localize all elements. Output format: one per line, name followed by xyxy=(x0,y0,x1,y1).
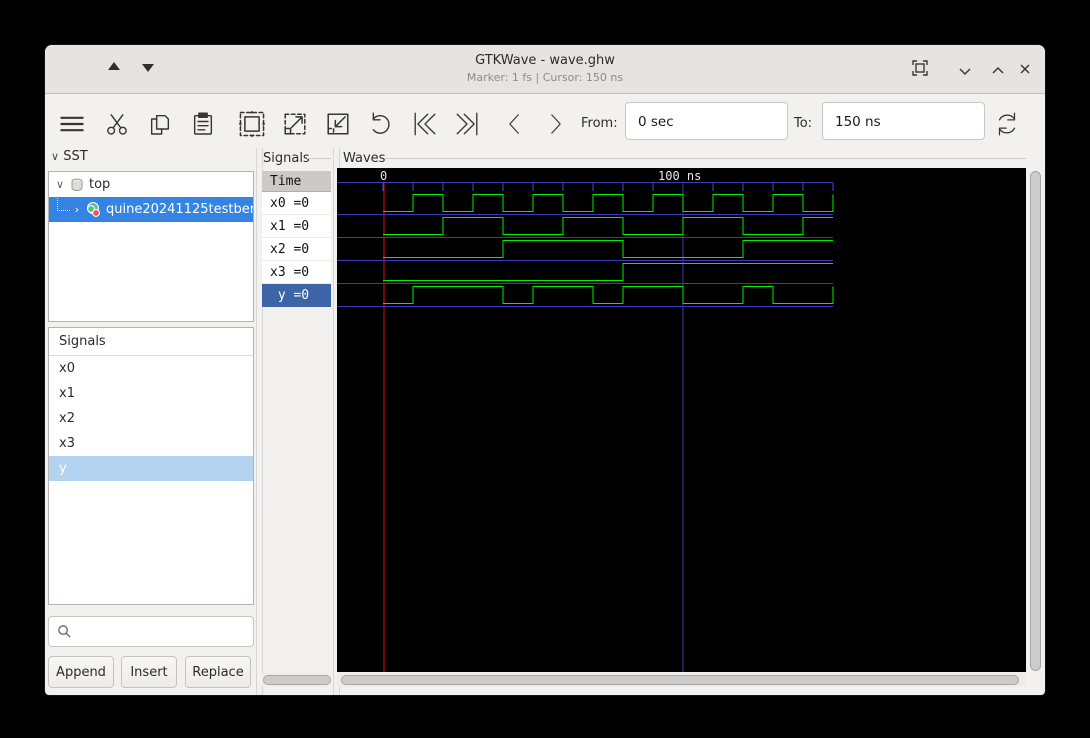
signal-list-header: Signals xyxy=(49,328,253,356)
trace-x1 xyxy=(383,216,833,236)
step-right-button[interactable] xyxy=(538,106,574,142)
skip-start-icon xyxy=(414,112,436,136)
hamburger-menu-icon xyxy=(60,116,84,132)
names-frame-label: Signals xyxy=(263,151,310,166)
step-left-button[interactable] xyxy=(496,106,532,142)
from-input[interactable]: 0 sec xyxy=(625,102,788,140)
close-icon xyxy=(1020,64,1030,74)
paste-button[interactable] xyxy=(185,106,221,142)
module-icon xyxy=(71,178,83,191)
zoom-out-icon xyxy=(327,113,349,135)
trace-x2 xyxy=(383,239,833,259)
cut-button[interactable] xyxy=(99,106,135,142)
sst-frame-label: SST xyxy=(63,149,88,164)
zoom-fit-button[interactable] xyxy=(234,106,270,142)
expander-closed-icon[interactable]: › xyxy=(70,203,84,216)
signal-name-rows: x0 =0 x1 =0 x2 =0 x3 =0 y =0 xyxy=(262,192,331,307)
signal-value-row[interactable]: x3 =0 xyxy=(262,261,331,284)
search-icon xyxy=(58,625,71,638)
timeline-label-100ns: 100 ns xyxy=(658,169,701,183)
maximize-button[interactable] xyxy=(991,62,1005,81)
trace-x3 xyxy=(383,262,833,282)
titlebar[interactable]: GTKWave - wave.ghw Marker: 1 fs | Cursor… xyxy=(45,45,1045,94)
skip-end-icon xyxy=(456,112,478,136)
gtkwave-window: GTKWave - wave.ghw Marker: 1 fs | Cursor… xyxy=(45,45,1045,695)
copy-icon xyxy=(150,114,170,135)
toolbar: From: 0 sec To: 150 ns xyxy=(45,94,1045,148)
close-button[interactable] xyxy=(1018,61,1032,80)
fullscreen-icon xyxy=(912,60,928,76)
timeline-label-0: 0 xyxy=(380,169,387,183)
expander-open-icon[interactable]: ∨ xyxy=(53,178,67,191)
names-frame-line xyxy=(307,158,331,159)
clipboard-paste-icon xyxy=(193,112,213,135)
trace-x0 xyxy=(383,193,834,213)
chevron-up-icon xyxy=(992,66,1004,74)
signal-value-row[interactable]: x0 =0 xyxy=(262,192,331,215)
copy-button[interactable] xyxy=(142,106,178,142)
zoom-in-button[interactable] xyxy=(277,106,313,142)
chevron-down-icon xyxy=(959,68,971,76)
trace-y xyxy=(383,285,834,305)
scissors-icon xyxy=(107,114,127,135)
insert-button[interactable]: Insert xyxy=(121,656,177,688)
time-column-header[interactable]: Time xyxy=(262,171,331,192)
skip-to-start-button[interactable] xyxy=(407,106,443,142)
waves-hscrollbar-thumb[interactable] xyxy=(341,675,1019,685)
signal-list: x0 x1 x2 x3 y xyxy=(49,356,253,481)
tree-item-label: quine20241125testbench xyxy=(106,202,253,217)
names-hscrollbar-thumb[interactable] xyxy=(263,675,331,685)
window-title: GTKWave - wave.ghw xyxy=(475,53,615,68)
signal-list-item-x3[interactable]: x3 xyxy=(49,431,253,456)
waves-hscrollbar-track[interactable] xyxy=(337,673,1026,686)
signal-value-row[interactable]: x1 =0 xyxy=(262,215,331,238)
fullscreen-toggle-button[interactable] xyxy=(911,59,929,81)
signal-search-list-panel: Signals x0 x1 x2 x3 y xyxy=(48,327,254,605)
signal-list-item-y[interactable]: y xyxy=(49,456,253,481)
reload-icon xyxy=(998,112,1016,136)
minimize-button[interactable] xyxy=(958,62,972,81)
waves-vscrollbar-thumb[interactable] xyxy=(1030,171,1041,671)
to-input[interactable]: 150 ns xyxy=(822,102,985,140)
waves-frame-line xyxy=(385,158,1026,159)
to-label: To: xyxy=(794,116,813,131)
chevron-left-icon xyxy=(509,114,519,134)
undo-icon xyxy=(372,112,390,134)
waves-vscrollbar-track[interactable] xyxy=(1028,170,1042,672)
zoom-in-icon xyxy=(284,113,306,135)
waveform-plot: 0 100 ns xyxy=(337,169,834,672)
waves-frame-label: Waves xyxy=(343,151,386,166)
signal-list-item-x1[interactable]: x1 xyxy=(49,381,253,406)
tree-guide-line xyxy=(57,198,70,211)
zoom-out-button[interactable] xyxy=(320,106,356,142)
tree-item-testbench[interactable]: › quine20241125testbench xyxy=(49,197,253,222)
signal-list-item-x2[interactable]: x2 xyxy=(49,406,253,431)
tree-item-label: top xyxy=(89,177,111,192)
sst-tree-panel: ∨ top › quine20241125testbench xyxy=(48,171,254,322)
names-panel: Time x0 =0 x1 =0 x2 =0 x3 =0 y =0 xyxy=(262,171,331,307)
tree-item-top[interactable]: ∨ top xyxy=(49,172,253,197)
sst-expander-icon: ∨ xyxy=(51,150,60,163)
chevron-right-icon xyxy=(551,114,561,134)
marker-cursor-status: Marker: 1 fs | Cursor: 150 ns xyxy=(466,71,624,84)
replace-button[interactable]: Replace xyxy=(185,656,251,688)
search-input[interactable] xyxy=(48,616,254,647)
hierarchy-icon xyxy=(87,202,100,217)
undo-button[interactable] xyxy=(362,106,398,142)
sst-frame-header[interactable]: ∨ SST xyxy=(51,149,88,164)
zoom-fit-icon xyxy=(238,110,266,138)
names-hscrollbar-track[interactable] xyxy=(262,673,331,686)
reload-button[interactable] xyxy=(989,106,1025,142)
wave-canvas[interactable]: 0 100 ns xyxy=(337,168,1026,672)
signal-value-row[interactable]: x2 =0 xyxy=(262,238,331,261)
menu-button[interactable] xyxy=(54,106,90,142)
from-label: From: xyxy=(581,116,618,131)
signal-list-item-x0[interactable]: x0 xyxy=(49,356,253,381)
skip-to-end-button[interactable] xyxy=(449,106,485,142)
append-button[interactable]: Append xyxy=(48,656,114,688)
signal-value-row[interactable]: y =0 xyxy=(262,284,331,307)
